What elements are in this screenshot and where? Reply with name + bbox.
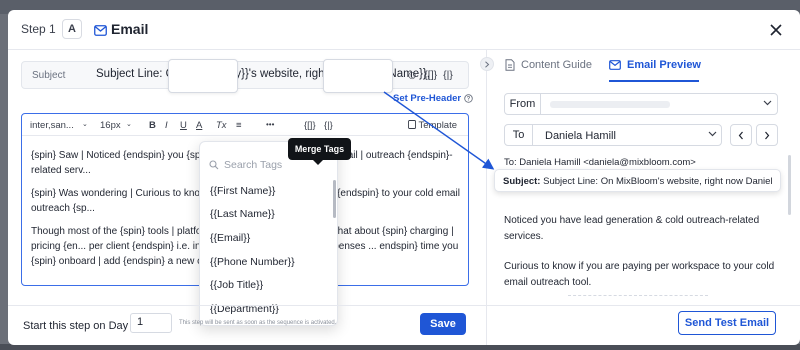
merge-tag-highlight-company xyxy=(168,59,238,93)
from-select[interactable]: From xyxy=(504,93,778,115)
chevron-left-icon xyxy=(738,131,743,139)
subject-label: Subject xyxy=(32,70,66,81)
merge-search-placeholder: Search Tags xyxy=(224,159,283,171)
font-size-select[interactable]: 16px xyxy=(100,120,121,131)
merge-tag-item[interactable]: {{Job Title}} xyxy=(210,279,263,291)
help-icon: ? xyxy=(464,94,473,103)
merge-tags-dropdown: Search Tags {{First Name}} {{Last Name}}… xyxy=(199,141,338,326)
chevron-down-icon xyxy=(763,100,772,106)
start-day-input[interactable]: 1 xyxy=(130,313,172,333)
font-family-select[interactable]: inter,san... xyxy=(30,120,74,131)
italic-button[interactable]: I xyxy=(165,120,168,131)
step-variant-badge[interactable]: A xyxy=(62,19,82,39)
bold-button[interactable]: B xyxy=(149,120,156,131)
editor-toolbar: inter,san... ⌄ 16px ⌄ B I U A Tx ≡ ••• {… xyxy=(22,114,468,136)
merge-tag-item[interactable]: {{Phone Number}} xyxy=(210,256,295,268)
preview-cutoff xyxy=(568,295,708,300)
underline-button[interactable]: U xyxy=(180,120,187,131)
template-label: Template xyxy=(418,120,458,131)
merge-tags-button[interactable]: {[]} xyxy=(304,120,316,131)
save-button[interactable]: Save xyxy=(420,313,466,335)
to-value: Daniela Hamill xyxy=(545,130,616,142)
mail-icon xyxy=(94,23,107,41)
preview-scrollbar[interactable] xyxy=(788,155,791,215)
preview-subject-text: Subject Line: On MixBloom's website, rig… xyxy=(543,176,773,187)
merge-tag-item[interactable]: {{Email}} xyxy=(210,232,250,244)
step-label: Step 1 xyxy=(21,22,56,36)
dropdown-scrollbar[interactable] xyxy=(333,180,336,218)
tooltip-arrow xyxy=(313,160,323,165)
close-button[interactable] xyxy=(766,20,786,40)
preview-subject-prefix: Subject: xyxy=(503,176,541,187)
merge-tags-tooltip: Merge Tags xyxy=(288,138,351,160)
merge-tag-item[interactable]: {{Last Name}} xyxy=(210,208,275,220)
preview-paragraph: Noticed you have lead generation & cold … xyxy=(504,215,760,242)
email-step-modal: Step 1 A Email Subject Subject Line: On … xyxy=(8,10,800,345)
to-label: To xyxy=(505,125,533,145)
start-day-label: Start this step on Day xyxy=(23,320,129,332)
emoji-icon[interactable]: ☺ xyxy=(406,68,418,82)
svg-text:?: ? xyxy=(467,97,471,103)
collapse-panel-button[interactable] xyxy=(480,57,494,71)
subject-actions: ☺ {[]} {|} xyxy=(406,68,453,82)
chevron-down-icon: ⌄ xyxy=(126,121,132,128)
modal-title: Email xyxy=(111,21,149,37)
from-value-redacted xyxy=(550,101,670,108)
preview-body: Noticed you have lead generation & cold … xyxy=(504,213,776,305)
close-icon xyxy=(770,24,782,36)
tab-email-preview[interactable]: Email Preview xyxy=(609,59,701,71)
start-day-note: This step will be sent as soon as the se… xyxy=(179,320,337,326)
merge-tag-highlight-first-name xyxy=(323,59,393,93)
modal-header: Step 1 A Email xyxy=(8,10,800,50)
document-icon xyxy=(505,59,515,71)
clear-format-button[interactable]: Tx xyxy=(216,120,227,131)
align-button[interactable]: ≡ xyxy=(236,120,242,131)
merge-tag-search[interactable]: Search Tags xyxy=(209,159,282,171)
text-color-button[interactable]: A xyxy=(196,120,202,131)
preview-paragraph: Curious to know if you are paying per wo… xyxy=(504,261,775,288)
to-select[interactable]: To Daniela Hamill xyxy=(504,124,722,146)
from-label: From xyxy=(505,94,541,114)
tab-content-guide[interactable]: Content Guide xyxy=(505,59,592,71)
set-preheader-link[interactable]: Set Pre-Header ? xyxy=(393,93,473,104)
subject-field[interactable]: Subject Subject Line: On {{Company}}'s w… xyxy=(21,61,469,89)
merge-tag-item[interactable]: {{First Name}} xyxy=(210,185,275,197)
chevron-right-icon xyxy=(765,131,770,139)
mail-icon xyxy=(609,60,621,70)
merge-tag-icon[interactable]: {[]} xyxy=(424,68,437,82)
tab-label: Email Preview xyxy=(627,59,701,71)
next-recipient-button[interactable] xyxy=(756,124,778,146)
preheader-label: Set Pre-Header xyxy=(393,93,462,104)
preview-subject-card: Subject: Subject Line: On MixBloom's web… xyxy=(494,169,781,192)
template-icon xyxy=(408,120,416,129)
search-icon xyxy=(209,160,219,170)
chevron-right-icon xyxy=(485,60,490,68)
chevron-down-icon xyxy=(708,131,717,137)
more-button[interactable]: ••• xyxy=(266,120,274,129)
prev-recipient-button[interactable] xyxy=(730,124,752,146)
preview-to-line: To: Daniela Hamill <daniela@mixbloom.com… xyxy=(504,157,696,168)
tab-label: Content Guide xyxy=(521,59,592,71)
spintax-button[interactable]: {|} xyxy=(324,120,333,131)
footer-left: Start this step on Day 1 This step will … xyxy=(8,305,486,345)
chevron-down-icon: ⌄ xyxy=(82,121,88,128)
spintax-icon[interactable]: {|} xyxy=(443,68,453,82)
panel-divider xyxy=(486,50,487,345)
send-test-email-button[interactable]: Send Test Email xyxy=(678,311,776,335)
template-button[interactable]: Template xyxy=(408,120,457,131)
active-tab-indicator xyxy=(609,80,699,82)
